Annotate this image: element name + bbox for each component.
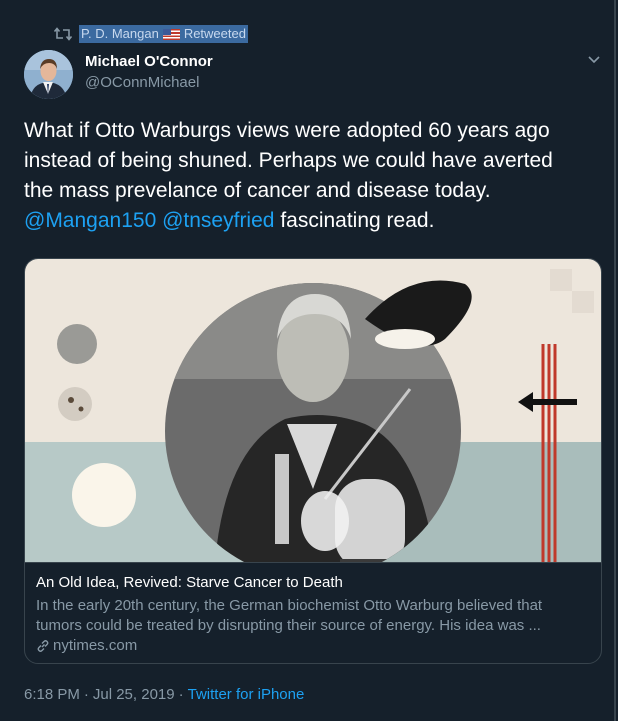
- tweet-time[interactable]: 6:18 PM: [24, 686, 80, 703]
- meta-separator: ·: [178, 686, 184, 703]
- retweet-context: P. D. Mangan Retweeted: [54, 25, 248, 43]
- chevron-down-icon[interactable]: [586, 54, 602, 66]
- card-description: In the early 20th century, the German bi…: [36, 597, 543, 634]
- author-handle[interactable]: @OConnMichael: [85, 74, 199, 91]
- tweet-source[interactable]: Twitter for iPhone: [188, 686, 305, 703]
- tweet-line: the mass prevelance of cancer and diseas…: [24, 179, 491, 202]
- link-card[interactable]: An Old Idea, Revived: Starve Cancer to D…: [24, 258, 602, 664]
- card-title: An Old Idea, Revived: Starve Cancer to D…: [36, 574, 343, 591]
- mention-link[interactable]: @tnseyfried: [162, 209, 274, 232]
- us-flag-icon: [162, 28, 180, 40]
- tweet-meta: 6:18 PM · Jul 25, 2019 · Twitter for iPh…: [24, 686, 304, 703]
- retweeted-label: Retweeted: [183, 26, 246, 41]
- tweet-tail: fascinating read.: [280, 209, 435, 232]
- tweet-detail: P. D. Mangan Retweeted Michael O'Connor …: [0, 0, 616, 721]
- card-domain: nytimes.com: [36, 636, 592, 656]
- card-body: An Old Idea, Revived: Starve Cancer to D…: [25, 562, 601, 663]
- avatar[interactable]: [24, 50, 73, 99]
- tweet-line: What if Otto Warburgs views were adopted…: [24, 119, 550, 142]
- tweet-line: instead of being shuned. Perhaps we coul…: [24, 149, 553, 172]
- retweet-icon: [54, 27, 72, 41]
- card-image: [25, 259, 601, 562]
- tweet-date[interactable]: Jul 25, 2019: [93, 686, 175, 703]
- link-icon: [37, 640, 49, 652]
- card-domain-text: nytimes.com: [53, 637, 138, 654]
- mention-link[interactable]: @Mangan150: [24, 209, 156, 232]
- retweeted-by[interactable]: P. D. Mangan Retweeted: [79, 25, 248, 43]
- author-name[interactable]: Michael O'Connor: [85, 53, 213, 70]
- meta-separator: ·: [83, 686, 89, 703]
- retweeter-name[interactable]: P. D. Mangan: [81, 26, 159, 42]
- avatar-photo: [24, 50, 73, 99]
- tweet-text: What if Otto Warburgs views were adopted…: [24, 116, 614, 236]
- tweet-line: @Mangan150 @tnseyfried fascinating read.: [24, 206, 614, 236]
